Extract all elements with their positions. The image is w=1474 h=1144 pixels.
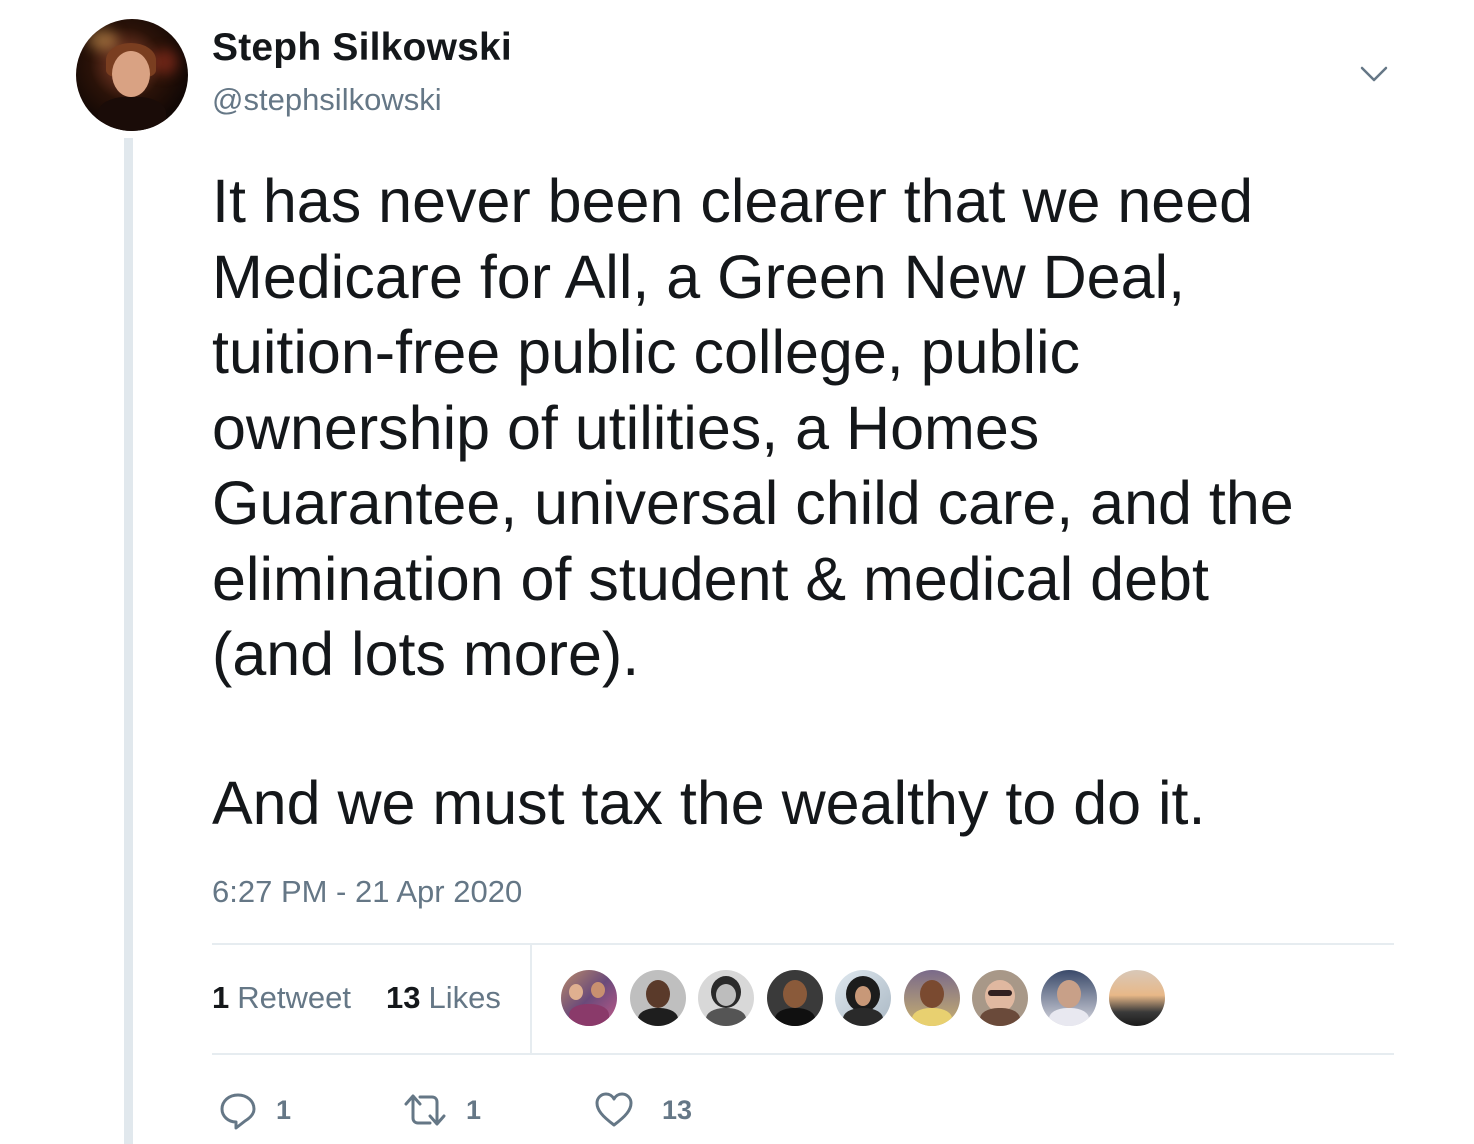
stats-divider-bottom [212,1053,1394,1055]
retweet-icon [404,1094,446,1126]
stats-divider-top [212,943,1394,945]
tweet-text-closing: And we must tax the wealthy to do it. [212,769,1206,837]
likes-stat-count: 13 [386,980,421,1015]
caret-down-icon[interactable] [1356,56,1392,92]
retweets-stat-label: Retweet [237,980,351,1015]
liker-avatar[interactable] [835,970,891,1026]
liker-avatar[interactable] [1040,970,1097,1026]
author-name[interactable]: Steph Silkowski [212,26,512,70]
liker-avatar[interactable] [629,970,686,1026]
tweet-timestamp[interactable]: 6:27 PM - 21 Apr 2020 [212,874,522,910]
reply-count: 1 [276,1094,292,1125]
reply-button[interactable]: 1 [218,1090,291,1130]
retweet-count: 1 [466,1094,482,1125]
likes-stat-label: Likes [428,980,501,1015]
likes-stat[interactable]: 13 Likes [386,980,501,1016]
liker-avatar[interactable] [766,970,823,1026]
thread-line [124,138,133,1144]
liker-avatar[interactable] [698,970,754,1026]
retweets-stat-count: 1 [212,980,230,1015]
retweets-stat[interactable]: 1 Retweet [212,980,351,1016]
stats-divider-vertical [530,945,532,1053]
heart-icon [595,1092,633,1127]
author-handle[interactable]: @stephsilkowski [212,82,442,118]
liker-avatar[interactable] [972,970,1028,1026]
likers-avatars [561,970,1178,1026]
like-count: 13 [662,1094,693,1125]
liker-avatar[interactable] [561,970,617,1026]
author-avatar[interactable] [76,19,188,131]
reply-icon [220,1093,256,1130]
liker-avatar[interactable] [1109,970,1165,1026]
like-button[interactable]: 13 [594,1090,692,1130]
liker-avatar[interactable] [903,970,960,1026]
retweet-button[interactable]: 1 [402,1090,481,1130]
tweet-text: It has never been clearer that we need M… [212,167,1294,688]
